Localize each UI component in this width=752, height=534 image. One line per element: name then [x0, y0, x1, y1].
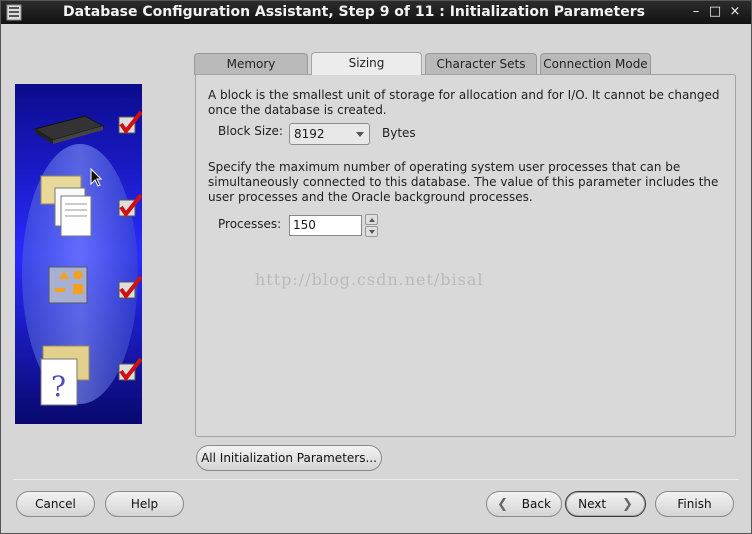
help-button[interactable]: Help — [105, 491, 184, 517]
title-bar[interactable]: Database Configuration Assistant, Step 9… — [1, 1, 751, 24]
maximize-icon[interactable]: □ — [707, 4, 723, 20]
tab-sizing[interactable]: Sizing — [311, 52, 422, 75]
processes-description: Specify the maximum number of operating … — [208, 160, 719, 204]
finish-button[interactable]: Finish — [655, 491, 734, 517]
window-title: Database Configuration Assistant, Step 9… — [63, 4, 645, 20]
cancel-button[interactable]: Cancel — [16, 491, 95, 517]
tab-connection-mode[interactable]: Connection Mode — [540, 53, 651, 75]
block-size-select[interactable]: 8192 — [289, 123, 370, 145]
sizing-panel: A block is the smallest unit of storage … — [195, 74, 736, 437]
block-size-label: Block Size: — [218, 124, 283, 138]
block-size-value: 8192 — [294, 127, 325, 141]
processes-stepper[interactable] — [365, 214, 378, 237]
shapes-icon — [48, 266, 88, 304]
decrement-button[interactable] — [365, 226, 378, 237]
tab-character-sets[interactable]: Character Sets — [425, 53, 537, 75]
app-icon — [6, 4, 22, 21]
watermark-text: http://blog.csdn.net/bisal — [255, 270, 484, 289]
tab-memory[interactable]: Memory — [194, 53, 308, 75]
all-initialization-parameters-button[interactable]: All Initialization Parameters... — [196, 445, 382, 471]
wizard-illustration: ? — [15, 84, 142, 424]
chevron-down-icon — [356, 132, 364, 137]
increment-button[interactable] — [365, 214, 378, 225]
block-description: A block is the smallest unit of storage … — [208, 88, 720, 117]
separator — [13, 479, 739, 480]
mouse-cursor-icon — [90, 168, 102, 187]
back-button[interactable]: ❮ Back — [486, 491, 562, 517]
chevron-right-icon: ❯ — [621, 497, 633, 512]
next-button[interactable]: Next ❯ — [565, 491, 646, 517]
dbca-window: Database Configuration Assistant, Step 9… — [0, 0, 752, 534]
next-button-label: Next — [578, 497, 607, 511]
chevron-left-icon: ❮ — [497, 497, 508, 512]
chevron-up-icon — [369, 218, 375, 222]
close-icon[interactable]: × — [727, 4, 743, 20]
back-button-label: Back — [521, 497, 551, 511]
chevron-down-icon — [369, 230, 375, 234]
processes-label: Processes: — [218, 217, 282, 231]
processes-input[interactable]: 150 — [289, 215, 362, 236]
svg-text:?: ? — [51, 370, 66, 403]
minimize-icon[interactable]: – — [688, 4, 704, 20]
block-size-unit: Bytes — [382, 126, 416, 140]
